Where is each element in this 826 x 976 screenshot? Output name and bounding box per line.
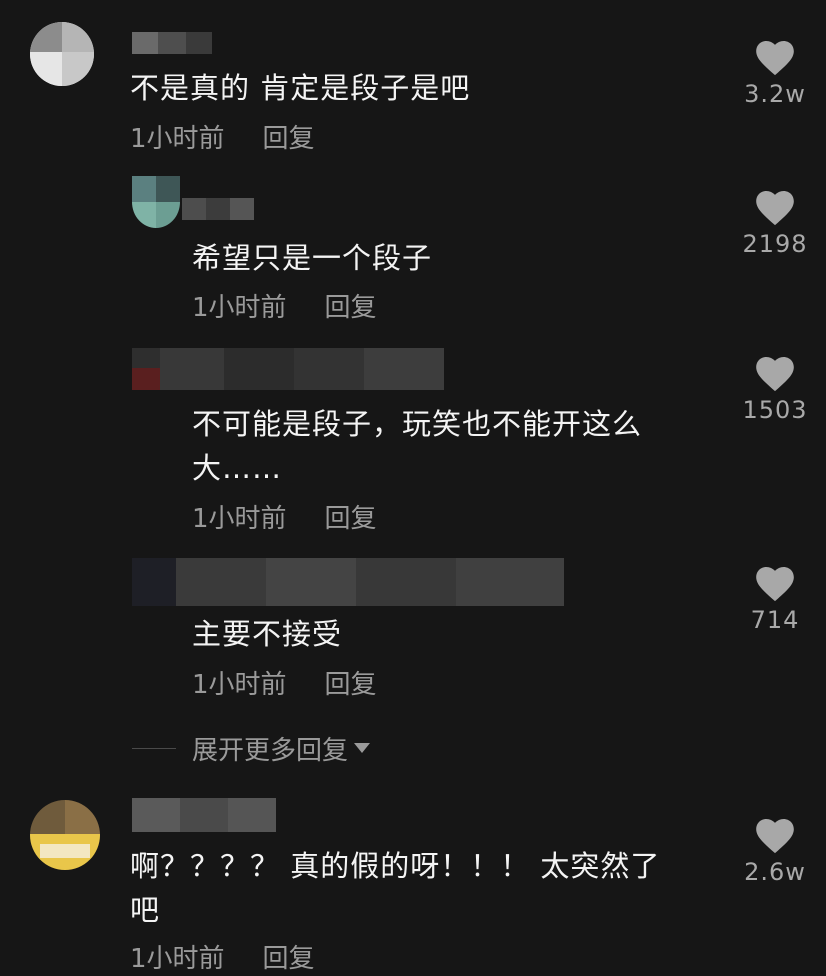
comment-meta: 1小时前 回复 [192, 293, 377, 323]
comment-text: 主要不接受 [192, 617, 343, 651]
comment-time: 1小时前 [130, 124, 225, 154]
avatar[interactable] [30, 22, 94, 86]
comment-time: 1小时前 [192, 293, 287, 323]
avatar[interactable] [132, 176, 180, 228]
heart-icon [756, 818, 794, 854]
reply-button[interactable]: 回复 [325, 293, 377, 323]
like-count: 1503 [742, 396, 808, 424]
avatar[interactable] [30, 800, 100, 870]
comment-text: 不是真的 肯定是段子是吧 [130, 71, 471, 105]
reply-button[interactable]: 回复 [263, 944, 315, 974]
divider-line [132, 747, 176, 749]
comment-text: 希望只是一个段子 [192, 241, 433, 275]
comment-text-line2: 大…… [192, 451, 283, 485]
heart-icon [756, 190, 794, 226]
like-count: 3.2w [744, 80, 806, 108]
like-count: 714 [750, 606, 800, 634]
like-count: 2198 [742, 230, 808, 258]
reply-button[interactable]: 回复 [263, 124, 315, 154]
comment-meta: 1小时前 回复 [192, 670, 377, 700]
reply-button[interactable]: 回复 [325, 504, 377, 534]
caret-down-icon[interactable] [354, 743, 371, 753]
comment-meta: 1小时前 回复 [130, 944, 315, 974]
like-button[interactable]: 2198 [720, 190, 826, 258]
comment-time: 1小时前 [130, 944, 225, 974]
heart-icon [756, 566, 794, 602]
username-blurred[interactable] [132, 348, 444, 390]
comment-meta: 1小时前 回复 [130, 124, 315, 154]
like-button[interactable]: 2.6w [720, 818, 826, 886]
expand-replies[interactable]: 展开更多回复 [132, 730, 371, 767]
username-blurred[interactable] [182, 198, 254, 220]
username-blurred[interactable] [132, 558, 564, 606]
like-button[interactable]: 1503 [720, 356, 826, 424]
comment-meta: 1小时前 回复 [192, 504, 377, 534]
comment-text-line2: 吧 [130, 893, 161, 927]
heart-icon [756, 40, 794, 76]
comment-time: 1小时前 [192, 670, 287, 700]
comment-text: 啊？？？？ 真的假的呀！！！ 太突然了 [130, 849, 661, 883]
username-blurred[interactable] [132, 798, 276, 832]
username-blurred[interactable] [132, 32, 212, 54]
expand-replies-label[interactable]: 展开更多回复 [192, 730, 348, 767]
like-button[interactable]: 3.2w [720, 40, 826, 108]
comment-time: 1小时前 [192, 504, 287, 534]
heart-icon [756, 356, 794, 392]
comment-text: 不可能是段子，玩笑也不能开这么 [192, 407, 643, 441]
like-button[interactable]: 714 [720, 566, 826, 634]
reply-button[interactable]: 回复 [325, 670, 377, 700]
like-count: 2.6w [744, 858, 806, 886]
